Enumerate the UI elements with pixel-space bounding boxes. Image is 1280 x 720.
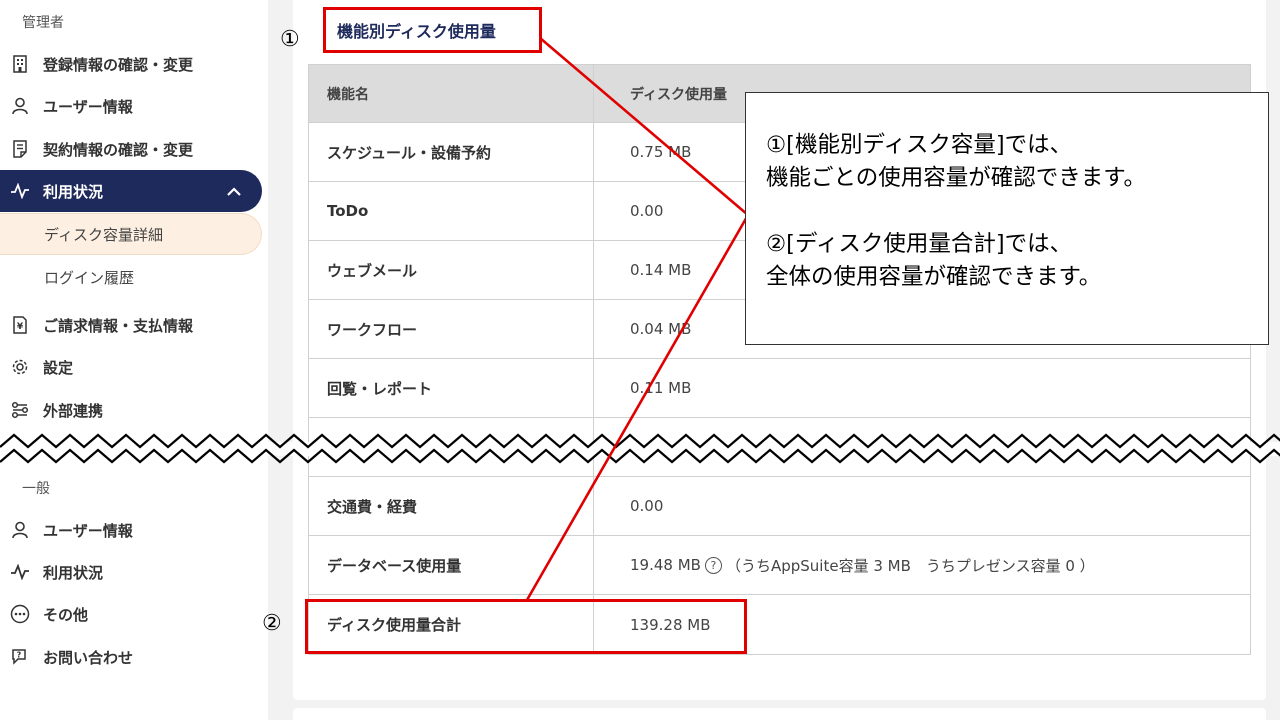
sidebar-item-label: 利用状況: [43, 182, 104, 201]
callout-box: ①[機能別ディスク容量]では、 機能ごとの使用容量が確認できます。 ②[ディスク…: [745, 92, 1269, 345]
sidebar-subitem-login-history[interactable]: ログイン履歴: [0, 256, 262, 298]
user-icon: [10, 96, 30, 116]
next-card: [293, 708, 1266, 720]
highlight-box-total: [305, 599, 747, 654]
table-row: データベース使用量 19.48 MB ? （うちAppSuite容量 3 MB …: [308, 536, 1251, 595]
general-section-label: 一般: [22, 481, 50, 497]
feature-name: 回覧・レポート: [309, 359, 594, 417]
table-row: 交通費・経費 0.00: [308, 477, 1251, 536]
sidebar-item-label: ご請求情報・支払情報: [43, 316, 194, 335]
annotation-marker-2: ②: [262, 611, 282, 636]
sidebar-item-label: 契約情報の確認・変更: [43, 140, 194, 159]
annotation-marker-1: ①: [280, 27, 300, 52]
sidebar-item-integration[interactable]: 外部連携: [0, 389, 262, 431]
sidebar-item-general-usage[interactable]: 利用状況: [0, 551, 262, 593]
sidebar-item-general-user-info[interactable]: ユーザー情報: [0, 509, 262, 551]
sidebar-item-label: 外部連携: [43, 401, 104, 420]
callout-line: 全体の使用容量が確認できます。: [766, 264, 1102, 290]
feature-name: スケジュール・設備予約: [309, 123, 594, 181]
callout-line: ②[ディスク使用量合計]では、: [766, 231, 1073, 257]
svg-text:?: ?: [17, 651, 22, 660]
sidebar-item-label: 設定: [43, 358, 74, 377]
sidebar-item-billing[interactable]: ¥ ご請求情報・支払情報: [0, 304, 262, 346]
disk-usage-value: 0.00: [630, 497, 664, 515]
sidebar-item-user-info[interactable]: ユーザー情報: [0, 85, 262, 127]
sidebar-item-registration[interactable]: 登録情報の確認・変更: [0, 43, 262, 85]
feature-name: 交通費・経費: [309, 477, 594, 535]
chevron-up-icon[interactable]: [226, 183, 242, 201]
sidebar-item-usage-active[interactable]: 利用状況: [0, 170, 262, 212]
invoice-icon: ¥: [10, 315, 30, 335]
activity-icon: [10, 562, 30, 582]
disk-usage-value: 19.48 MB ? （うちAppSuite容量 3 MB うちプレゼンス容量 …: [594, 536, 1250, 594]
header-feature-name: 機能名: [309, 65, 594, 122]
sidebar-item-contract[interactable]: 契約情報の確認・変更: [0, 128, 262, 170]
sidebar: 管理者 登録情報の確認・変更 ユーザー情報 契約情報の確認・変更 利用状況 ディ…: [0, 0, 268, 720]
sidebar-subitem-label: ディスク容量詳細: [44, 225, 163, 244]
table-row: 回覧・レポート 0.11 MB: [308, 359, 1251, 418]
sidebar-subitem-disk-detail[interactable]: ディスク容量詳細: [0, 213, 262, 255]
more-icon: [10, 604, 30, 624]
sidebar-item-label: その他: [43, 605, 89, 624]
svg-text:¥: ¥: [17, 322, 24, 332]
sidebar-item-other[interactable]: その他: [0, 593, 262, 635]
sidebar-item-label: 登録情報の確認・変更: [43, 55, 194, 74]
sidebar-item-label: 利用状況: [43, 563, 104, 582]
db-usage-note: （うちAppSuite容量 3 MB うちプレゼンス容量 0 ）: [725, 556, 1095, 575]
user-icon: [10, 520, 30, 540]
sidebar-item-label: ユーザー情報: [43, 97, 133, 116]
integration-icon: [10, 400, 30, 420]
sidebar-item-label: お問い合わせ: [43, 648, 134, 667]
sidebar-item-settings[interactable]: 設定: [0, 346, 262, 388]
sidebar-item-label: ユーザー情報: [43, 521, 133, 540]
feature-name: データベース使用量: [309, 536, 594, 594]
table-row-cut: [308, 418, 1251, 477]
feature-name: ウェブメール: [309, 241, 594, 299]
help-icon[interactable]: ?: [704, 556, 722, 574]
callout-line: 機能ごとの使用容量が確認できます。: [766, 165, 1147, 191]
gear-icon: [10, 357, 30, 377]
building-icon: [10, 54, 30, 74]
feature-name: ToDo: [309, 182, 594, 240]
disk-usage-value: 0.11 MB: [630, 379, 692, 397]
contract-icon: [10, 139, 30, 159]
admin-section-label: 管理者: [22, 15, 64, 31]
activity-icon: [10, 181, 30, 201]
sidebar-subitem-label: ログイン履歴: [44, 268, 135, 287]
feature-name: ワークフロー: [309, 300, 594, 358]
contact-icon: ?: [10, 647, 30, 667]
sidebar-item-contact[interactable]: ? お問い合わせ: [0, 636, 262, 678]
callout-line: ①[機能別ディスク容量]では、: [766, 132, 1073, 158]
db-usage-value: 19.48 MB: [630, 556, 701, 574]
highlight-box-section-title: [323, 7, 542, 53]
